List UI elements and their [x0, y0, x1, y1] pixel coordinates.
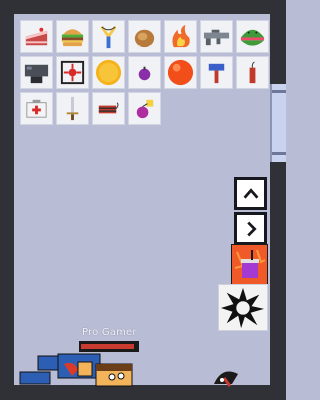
chevron-up-icon — [243, 187, 258, 199]
item-slot[interactable] — [92, 56, 125, 89]
item-slot[interactable] — [20, 92, 53, 125]
item-slot[interactable] — [236, 20, 269, 53]
cake-icon — [25, 27, 48, 46]
player-ragdoll[interactable] — [16, 338, 136, 388]
explosion-icon — [220, 287, 265, 329]
item-slot[interactable] — [200, 56, 233, 89]
item-slot[interactable] — [164, 56, 197, 89]
item-slot[interactable] — [164, 20, 197, 53]
hammer-icon — [208, 63, 225, 84]
machine-icon — [24, 64, 49, 84]
item-slot[interactable] — [56, 20, 89, 53]
right-door — [270, 84, 286, 162]
melon-icon — [240, 29, 265, 46]
ceiling — [0, 0, 286, 14]
dynamite-stick-icon — [249, 61, 256, 84]
sword-icon — [66, 96, 79, 121]
item-slot[interactable] — [20, 56, 53, 89]
spawn-explosion-button[interactable] — [218, 284, 268, 331]
left-wall — [0, 0, 14, 400]
medkit-icon — [26, 99, 47, 118]
item-slot[interactable] — [20, 20, 53, 53]
player-nametag: Pro Gamer — [82, 327, 137, 338]
burger-icon — [61, 29, 84, 47]
power-drink-icon — [230, 243, 269, 287]
item-slot[interactable] — [128, 56, 161, 89]
item-slot[interactable] — [92, 92, 125, 125]
npc-character[interactable] — [212, 364, 240, 388]
item-slot[interactable] — [92, 20, 125, 53]
target-icon — [60, 60, 85, 85]
orange-ball-icon — [167, 59, 194, 86]
item-slot[interactable] — [128, 92, 161, 125]
fire-icon — [172, 24, 190, 48]
gold-coin-icon — [95, 59, 122, 86]
item-slot[interactable] — [236, 56, 269, 89]
item-slot[interactable] — [200, 20, 233, 53]
power-up-button[interactable] — [230, 243, 269, 287]
chicken-icon — [134, 29, 155, 50]
slingshot-icon — [100, 26, 117, 49]
berry-icon — [136, 99, 154, 119]
purple-bomb-icon — [138, 66, 151, 81]
chevron-right-icon — [246, 221, 257, 236]
next-button[interactable] — [234, 212, 267, 245]
dynamite-bundle-icon — [98, 102, 119, 114]
item-slot[interactable] — [128, 20, 161, 53]
item-slot[interactable] — [56, 92, 89, 125]
right-wall — [270, 0, 286, 400]
rifle-icon — [203, 29, 230, 46]
up-button[interactable] — [234, 177, 267, 210]
item-slot[interactable] — [56, 56, 89, 89]
